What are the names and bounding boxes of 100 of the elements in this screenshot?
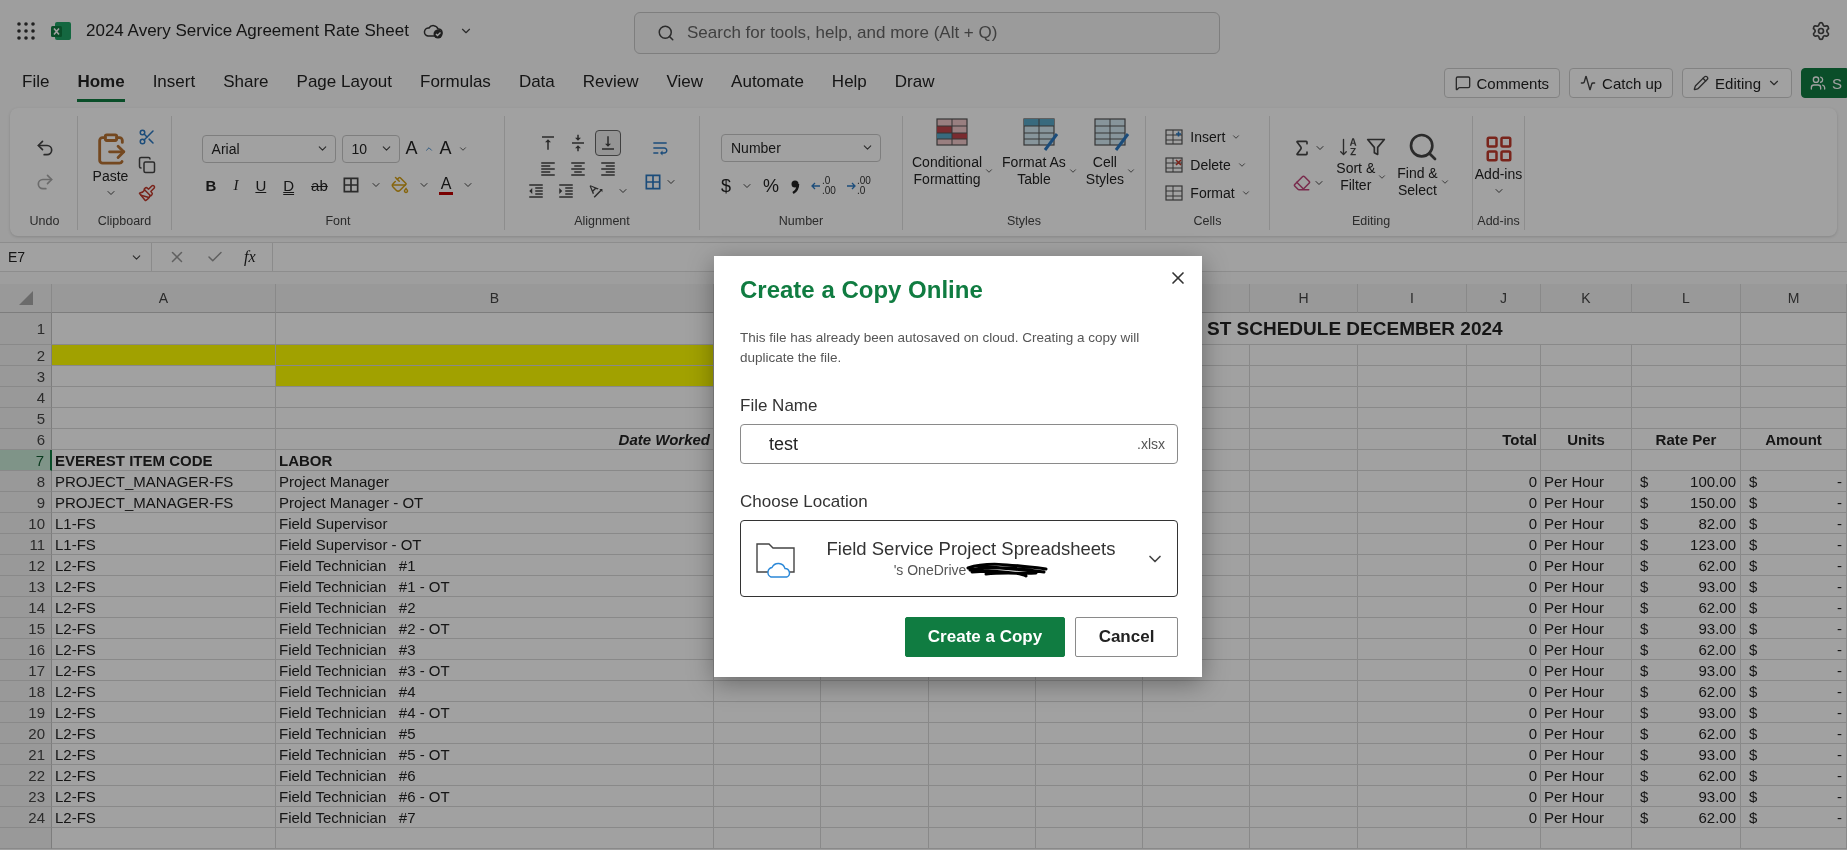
table-cell: Field Technician #1 - OT — [276, 576, 714, 597]
search-field[interactable]: Search for tools, help, and more (Alt + Q) — [634, 12, 1220, 54]
row-header[interactable]: 10 — [0, 513, 52, 534]
currency-cell: $ 62.00 — [1632, 723, 1741, 744]
styles-button[interactable]: Format As Table — [1002, 116, 1078, 188]
align-left-icon — [539, 160, 557, 178]
styles-button[interactable]: Cell Styles — [1085, 116, 1136, 188]
column-header[interactable]: B — [276, 284, 714, 313]
row-header[interactable]: 1 — [0, 313, 52, 345]
table-cell: Field Technician #7 — [276, 807, 714, 828]
table-cell: Field Technician #4 — [276, 681, 714, 702]
number-format-dropdown[interactable]: Number — [721, 133, 881, 162]
ribbon-tab[interactable]: Home — [77, 64, 125, 102]
row-header[interactable]: 9 — [0, 492, 52, 513]
cells-icon — [1164, 128, 1185, 146]
file-name-field[interactable]: test .xlsx — [740, 424, 1178, 464]
activity-icon — [1580, 75, 1597, 91]
paste-button[interactable]: Paste — [92, 131, 129, 199]
row-header[interactable]: 16 — [0, 639, 52, 660]
column-header[interactable]: H — [1250, 284, 1358, 313]
ribbon-tab[interactable]: Page Layout — [296, 64, 392, 102]
font-name-dropdown[interactable]: Arial — [201, 134, 336, 163]
decimal-button[interactable]: .00 .0 — [856, 176, 871, 196]
currency-cell: $ 62.00 — [1632, 639, 1741, 660]
table-cell: PROJECT_MANAGER-FS — [52, 492, 276, 513]
row-header[interactable]: 18 — [0, 681, 52, 702]
table-cell: L2-FS — [52, 660, 276, 681]
name-box[interactable]: E7 — [0, 243, 152, 271]
ribbon-group-label: Undo — [29, 214, 60, 230]
share-button[interactable]: S — [1801, 68, 1847, 98]
increase-font-size-button[interactable]: A — [405, 138, 418, 159]
ribbon-tab[interactable]: Data — [518, 64, 555, 102]
font-style-button[interactable]: ab — [307, 174, 332, 196]
editing-button[interactable]: Editing — [1682, 68, 1792, 98]
document-title[interactable]: 2024 Avery Service Agreement Rate Sheet — [86, 21, 409, 41]
row-header[interactable]: 13 — [0, 576, 52, 597]
column-header[interactable]: A — [52, 284, 276, 313]
ribbon-tab[interactable]: View — [666, 64, 704, 102]
row-header[interactable]: 23 — [0, 786, 52, 807]
currency-cell: $ - — [1741, 807, 1847, 828]
row-header[interactable]: 6 — [0, 429, 52, 450]
font-size-dropdown[interactable]: 10 — [341, 134, 400, 163]
styles-button[interactable]: Conditional Formatting — [912, 116, 995, 188]
people-icon — [1810, 75, 1826, 91]
insert-function-button[interactable]: fx — [244, 248, 256, 266]
row-header[interactable]: 21 — [0, 744, 52, 765]
column-header[interactable]: J — [1467, 284, 1541, 313]
sheet-title: ST SCHEDULE DECEMBER 2024 — [1207, 317, 1503, 340]
font-style-button[interactable]: B — [201, 174, 221, 196]
row-header[interactable]: 7 — [0, 450, 52, 471]
row-header[interactable]: 3 — [0, 366, 52, 387]
cells-button[interactable]: Delete — [1190, 156, 1231, 174]
row-header[interactable]: 4 — [0, 387, 52, 408]
ribbon-tab[interactable]: Insert — [152, 64, 196, 102]
row-header[interactable]: 11 — [0, 534, 52, 555]
row-header[interactable]: 19 — [0, 702, 52, 723]
comments-button[interactable]: Comments — [1443, 68, 1561, 98]
column-header[interactable]: I — [1358, 284, 1467, 313]
activity-button[interactable]: Catch up — [1569, 68, 1674, 98]
ribbon-tab[interactable]: Share — [223, 64, 269, 102]
ribbon-tab[interactable]: File — [22, 64, 50, 102]
editing-button[interactable]: Sort & Filter — [1336, 136, 1388, 194]
font-style-button[interactable]: D — [279, 174, 299, 196]
column-header[interactable]: K — [1541, 284, 1632, 313]
cells-button[interactable]: Format — [1190, 184, 1235, 202]
row-header[interactable]: 20 — [0, 723, 52, 744]
field-label: File Name — [740, 396, 819, 416]
ribbon-tab[interactable]: Formulas — [420, 64, 491, 102]
row-header[interactable]: 22 — [0, 765, 52, 786]
add-ins-button[interactable]: Add-ins — [1474, 133, 1523, 197]
column-header[interactable]: M — [1741, 284, 1847, 313]
currency-button[interactable]: $ — [721, 175, 731, 197]
ribbon-tab[interactable]: Draw — [894, 64, 935, 102]
font-style-button[interactable]: U — [251, 174, 271, 196]
ribbon-tab[interactable]: Review — [582, 64, 639, 102]
cancel-button[interactable]: Cancel — [1075, 617, 1178, 657]
row-header[interactable]: 12 — [0, 555, 52, 576]
ribbon-tab[interactable]: Automate — [731, 64, 804, 102]
font-color-button[interactable]: A — [438, 175, 454, 195]
row-header[interactable]: 14 — [0, 597, 52, 618]
row-header[interactable]: 15 — [0, 618, 52, 639]
editing-button[interactable]: Find & Select — [1397, 131, 1450, 199]
percent-button[interactable]: % — [763, 175, 780, 197]
cells-button[interactable]: Insert — [1190, 128, 1226, 146]
vertical-align-button[interactable] — [595, 130, 621, 156]
column-header[interactable]: L — [1632, 284, 1741, 313]
app-launcher-icon[interactable] — [16, 21, 36, 41]
row-header[interactable]: 2 — [0, 345, 52, 366]
row-header[interactable]: 5 — [0, 408, 52, 429]
decimal-button[interactable]: .0 .00 — [822, 176, 836, 196]
location-dropdown[interactable]: Field Service Project Spreadsheets 's OneDrive — [740, 520, 1178, 597]
create-copy-button[interactable]: Create a Copy — [905, 617, 1065, 657]
decrease-font-size-button[interactable]: A — [439, 138, 452, 159]
font-style-button[interactable]: I — [229, 174, 243, 196]
row-header[interactable]: 24 — [0, 807, 52, 828]
ribbon-tab[interactable]: Help — [831, 64, 867, 102]
row-header[interactable]: 17 — [0, 660, 52, 681]
currency-cell: $ 93.00 — [1632, 618, 1741, 639]
text-orientation-icon — [587, 182, 605, 200]
row-header[interactable]: 8 — [0, 471, 52, 492]
